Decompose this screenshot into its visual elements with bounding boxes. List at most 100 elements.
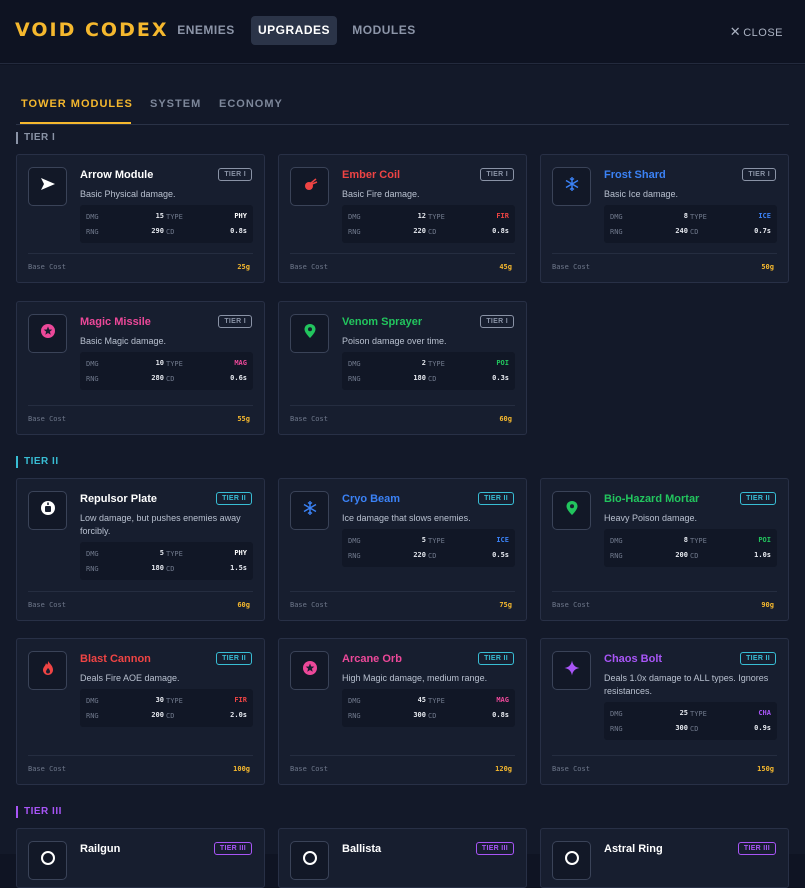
rng-value: 240	[675, 227, 688, 235]
module-icon-frame	[28, 651, 67, 690]
tab-enemies[interactable]: ENEMIES	[170, 16, 242, 45]
module-card[interactable]: Chaos Bolt TIER II Deals 1.0x damage to …	[540, 638, 789, 785]
cd-label: CD	[166, 228, 175, 236]
module-card[interactable]: Venom Sprayer TIER I Poison damage over …	[278, 301, 527, 435]
type-value: FIR	[234, 696, 247, 704]
tier-label: TIER I	[16, 132, 55, 144]
dmg-value: 12	[417, 212, 426, 220]
module-icon-frame	[28, 314, 67, 353]
close-icon: ✕	[729, 24, 742, 39]
module-card[interactable]: Arrow Module TIER I Basic Physical damag…	[16, 154, 265, 283]
app-title: VOID CODEX	[15, 19, 169, 41]
base-cost-label: Base Cost	[552, 601, 590, 609]
cost-divider	[28, 405, 253, 406]
tier-badge: TIER I	[218, 315, 252, 328]
active-subtab-indicator	[20, 122, 131, 124]
subtab-economy[interactable]: ECONOMY	[219, 98, 283, 110]
rng-value: 280	[151, 374, 164, 382]
close-label: CLOSE	[743, 27, 783, 39]
cd-value: 0.9s	[754, 724, 771, 732]
rng-value: 180	[413, 374, 426, 382]
type-label: TYPE	[428, 360, 445, 368]
module-description: Basic Ice damage.	[604, 189, 679, 199]
type-value: MAG	[496, 696, 509, 704]
tier-badge: TIER I	[480, 315, 514, 328]
type-label: TYPE	[166, 213, 183, 221]
type-value: MAG	[234, 359, 247, 367]
module-icon-frame	[552, 491, 591, 530]
base-cost-value: 25g	[237, 263, 250, 271]
base-cost-value: 55g	[237, 415, 250, 423]
cd-value: 0.8s	[230, 227, 247, 235]
ember-icon	[302, 176, 318, 197]
dmg-label: DMG	[86, 213, 99, 221]
module-description: Basic Physical damage.	[80, 189, 176, 199]
base-cost-label: Base Cost	[290, 415, 328, 423]
base-cost-label: Base Cost	[290, 765, 328, 773]
module-icon-frame	[290, 841, 329, 880]
module-card[interactable]: Magic Missile TIER I Basic Magic damage.…	[16, 301, 265, 435]
type-value: CHA	[758, 709, 771, 717]
type-label: TYPE	[166, 360, 183, 368]
type-label: TYPE	[166, 697, 183, 705]
module-icon-frame	[552, 651, 591, 690]
ring-icon	[564, 850, 580, 871]
cd-value: 2.0s	[230, 711, 247, 719]
tier-badge: TIER II	[478, 492, 514, 505]
tier-badge: TIER II	[740, 652, 776, 665]
rng-label: RNG	[86, 565, 99, 573]
tier-badge: TIER II	[216, 492, 252, 505]
module-card[interactable]: Railgun TIER III	[16, 828, 265, 888]
tier-badge: TIER III	[737, 842, 776, 855]
base-cost-value: 50g	[761, 263, 774, 271]
subtab-system[interactable]: SYSTEM	[150, 98, 201, 110]
type-label: TYPE	[166, 550, 183, 558]
module-card[interactable]: Blast Cannon TIER II Deals Fire AOE dama…	[16, 638, 265, 785]
tier-badge: TIER II	[478, 652, 514, 665]
module-description: High Magic damage, medium range.	[342, 673, 488, 683]
module-card[interactable]: Repulsor Plate TIER II Low damage, but p…	[16, 478, 265, 621]
module-card[interactable]: Bio-Hazard Mortar TIER II Heavy Poison d…	[540, 478, 789, 621]
module-name: Frost Shard	[604, 169, 666, 181]
dmg-value: 25	[679, 709, 688, 717]
module-card[interactable]: Arcane Orb TIER II High Magic damage, me…	[278, 638, 527, 785]
base-cost-label: Base Cost	[290, 263, 328, 271]
module-card[interactable]: Ballista TIER III	[278, 828, 527, 888]
rng-value: 180	[151, 564, 164, 572]
cd-label: CD	[690, 725, 699, 733]
module-card[interactable]: Ember Coil TIER I Basic Fire damage. DMG…	[278, 154, 527, 283]
module-card[interactable]: Astral Ring TIER III	[540, 828, 789, 888]
type-value: ICE	[496, 536, 509, 544]
module-stats: DMG 8 TYPE ICE RNG 240 CD 0.7s	[604, 205, 777, 243]
tier-badge: TIER II	[216, 652, 252, 665]
tab-upgrades[interactable]: UPGRADES	[251, 16, 337, 45]
module-icon-frame	[290, 314, 329, 353]
module-stats: DMG 45 TYPE MAG RNG 300 CD 0.8s	[342, 689, 515, 727]
cd-value: 0.7s	[754, 227, 771, 235]
module-icon-frame	[28, 841, 67, 880]
module-name: Arrow Module	[80, 169, 154, 181]
type-value: POI	[758, 536, 771, 544]
close-button[interactable]: ✕ CLOSE	[730, 24, 783, 40]
type-label: TYPE	[690, 213, 707, 221]
module-card[interactable]: Cryo Beam TIER II Ice damage that slows …	[278, 478, 527, 621]
dmg-label: DMG	[348, 697, 361, 705]
base-cost-value: 90g	[761, 601, 774, 609]
subtab-tower-modules[interactable]: TOWER MODULES	[21, 98, 133, 110]
dmg-value: 8	[683, 536, 688, 544]
rng-value: 300	[675, 724, 688, 732]
star-orb-icon	[40, 323, 56, 344]
module-icon-frame	[552, 167, 591, 206]
rng-label: RNG	[86, 375, 99, 383]
module-stats: DMG 30 TYPE FIR RNG 200 CD 2.0s	[80, 689, 253, 727]
tab-modules[interactable]: MODULES	[346, 16, 422, 45]
module-description: Poison damage over time.	[342, 336, 447, 346]
module-name: Arcane Orb	[342, 653, 402, 665]
cd-label: CD	[428, 375, 437, 383]
cd-label: CD	[690, 552, 699, 560]
cd-value: 0.8s	[492, 711, 509, 719]
module-stats: DMG 5 TYPE ICE RNG 220 CD 0.5s	[342, 529, 515, 567]
module-name: Ember Coil	[342, 169, 401, 181]
module-card[interactable]: Frost Shard TIER I Basic Ice damage. DMG…	[540, 154, 789, 283]
module-name: Venom Sprayer	[342, 316, 423, 328]
